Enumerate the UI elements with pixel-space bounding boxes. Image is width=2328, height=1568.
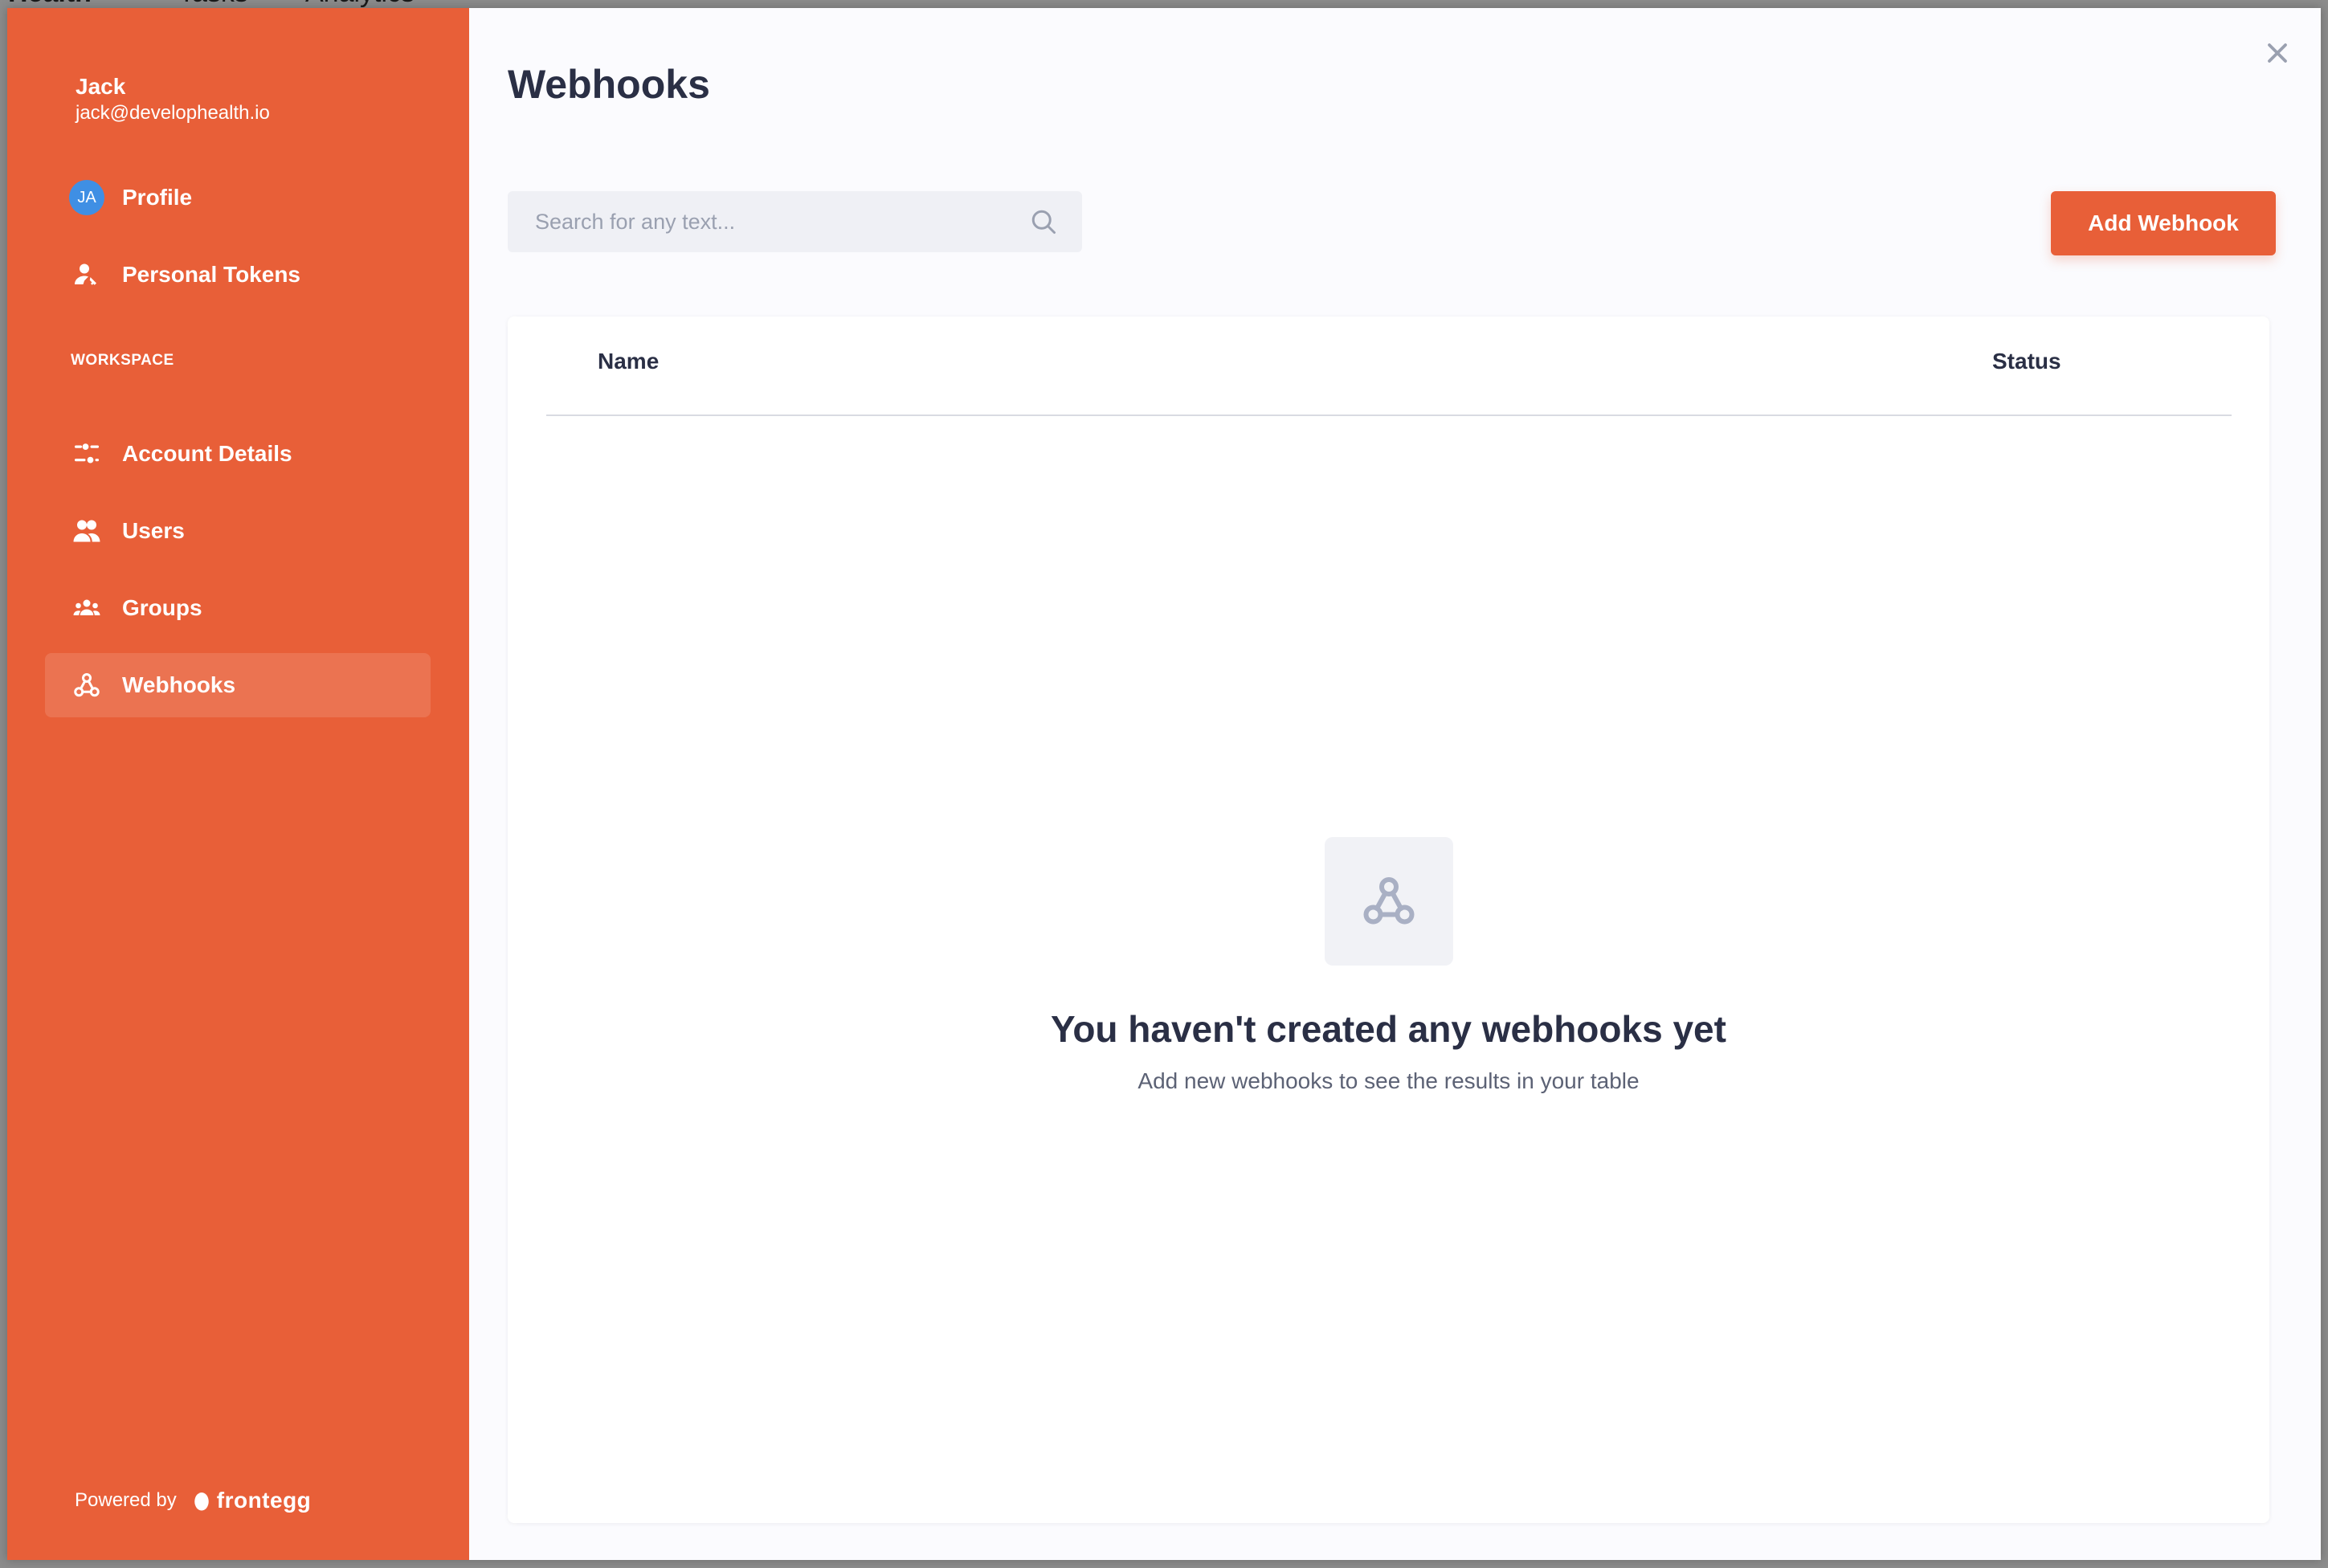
column-header-name[interactable]: Name xyxy=(598,349,659,374)
main-content: Webhooks Add Webhook Name Status xyxy=(469,8,2321,1560)
frontegg-logo-icon xyxy=(191,1491,209,1511)
sidebar-item-account-details[interactable]: Account Details xyxy=(45,422,431,486)
close-button[interactable] xyxy=(2258,34,2297,72)
sidebar-item-label: Profile xyxy=(122,185,193,210)
groups-icon xyxy=(69,590,104,626)
sliders-icon xyxy=(69,436,104,472)
user-block: Jack jack@develophealth.io xyxy=(76,72,270,125)
settings-modal: Jack jack@develophealth.io JA Profile Pe… xyxy=(7,8,2321,1560)
page-title: Webhooks xyxy=(508,62,710,107)
empty-state-icon-box xyxy=(1324,837,1453,966)
sidebar-item-webhooks[interactable]: Webhooks xyxy=(45,653,431,717)
sidebar-item-label: Users xyxy=(122,518,185,543)
sidebar-item-label: Webhooks xyxy=(122,672,236,697)
user-name: Jack xyxy=(76,74,126,99)
frontegg-brand-text: frontegg xyxy=(216,1488,312,1513)
sidebar: Jack jack@develophealth.io JA Profile Pe… xyxy=(7,8,469,1560)
webhooks-table: Name Status You haven't created any webh… xyxy=(508,316,2269,1523)
sidebar-item-label: Personal Tokens xyxy=(122,262,301,287)
frontegg-logo: frontegg xyxy=(190,1488,312,1513)
column-header-status[interactable]: Status xyxy=(1992,349,2061,374)
search-box xyxy=(508,191,1082,252)
sidebar-item-users[interactable]: Users xyxy=(45,499,431,563)
add-webhook-button[interactable]: Add Webhook xyxy=(2051,191,2276,255)
search-input[interactable] xyxy=(533,208,1027,235)
search-icon[interactable] xyxy=(1027,206,1060,238)
avatar: JA xyxy=(69,180,104,215)
webhook-icon xyxy=(69,668,104,703)
user-key-icon xyxy=(69,257,104,292)
sidebar-item-label: Account Details xyxy=(122,441,292,466)
users-icon xyxy=(69,513,104,549)
webhook-icon xyxy=(1363,877,1414,925)
empty-state: You haven't created any webhooks yet Add… xyxy=(508,837,2269,1094)
sidebar-item-label: Groups xyxy=(122,595,202,620)
empty-state-subtitle: Add new webhooks to see the results in y… xyxy=(1137,1068,1640,1093)
sidebar-item-personal-tokens[interactable]: Personal Tokens xyxy=(45,243,431,307)
powered-by-label: Powered by xyxy=(75,1489,177,1511)
profile-avatar-wrapper: JA xyxy=(69,180,104,215)
sidebar-item-profile[interactable]: JA Profile xyxy=(45,165,431,230)
close-icon xyxy=(2268,43,2287,63)
table-header: Name Status xyxy=(546,316,2232,416)
empty-state-title: You haven't created any webhooks yet xyxy=(1051,1008,1726,1050)
powered-by: Powered by frontegg xyxy=(75,1488,311,1513)
workspace-section-label: WORKSPACE xyxy=(71,352,174,369)
sidebar-item-groups[interactable]: Groups xyxy=(45,576,431,640)
user-email: jack@develophealth.io xyxy=(76,102,270,124)
